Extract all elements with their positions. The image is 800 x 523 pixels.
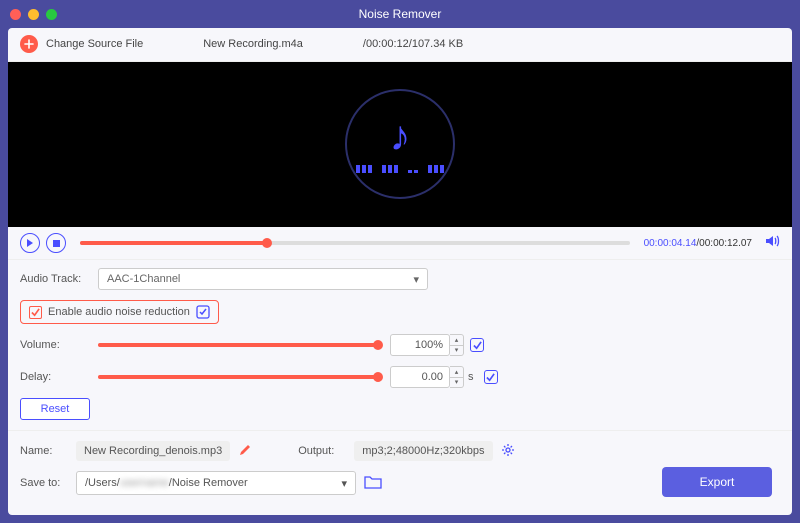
source-bar: Change Source File New Recording.m4a /00…	[8, 28, 792, 62]
delay-stepper[interactable]: ▴▾	[450, 366, 464, 388]
main-panel: Change Source File New Recording.m4a /00…	[8, 28, 792, 515]
equalizer-icon	[356, 165, 444, 173]
play-button[interactable]	[20, 233, 40, 253]
chevron-down-icon: ▾	[341, 477, 347, 490]
noise-settings-icon[interactable]	[196, 305, 210, 319]
app-title: Noise Remover	[0, 7, 800, 21]
change-source-label[interactable]: Change Source File	[46, 38, 143, 50]
chevron-down-icon: ▾	[413, 273, 419, 286]
output-panel: Name: New Recording_denois.mp3 Output: m…	[8, 430, 792, 515]
volume-value[interactable]: 100%	[390, 334, 450, 356]
titlebar: Noise Remover	[0, 0, 800, 28]
music-visual: ♪	[345, 89, 455, 199]
music-note-icon: ♪	[390, 115, 411, 157]
output-settings-icon[interactable]	[501, 443, 515, 460]
save-to-label: Save to:	[20, 477, 68, 489]
total-time: /00:00:12.07	[696, 238, 752, 249]
stop-button[interactable]	[46, 233, 66, 253]
output-format-field: mp3;2;48000Hz;320kbps	[354, 441, 492, 461]
export-button[interactable]: Export	[662, 467, 772, 497]
player-bar: 00:00:04.14/00:00:12.07	[8, 227, 792, 259]
output-label: Output:	[298, 445, 346, 457]
source-filename: New Recording.m4a	[203, 38, 303, 50]
preview-area: ♪	[8, 62, 792, 228]
delay-reset-icon[interactable]	[484, 370, 498, 384]
current-time: 00:00:04.14	[644, 238, 697, 249]
time-display: 00:00:04.14/00:00:12.07	[644, 238, 752, 249]
reset-button[interactable]: Reset	[20, 398, 90, 420]
seek-slider[interactable]	[80, 241, 630, 245]
source-info: /00:00:12/107.34 KB	[363, 38, 463, 50]
volume-reset-icon[interactable]	[470, 338, 484, 352]
audio-track-select[interactable]: AAC-1Channel ▾	[98, 268, 428, 290]
add-source-icon[interactable]	[20, 35, 38, 53]
enable-label: Enable audio noise reduction	[48, 306, 190, 318]
delay-slider[interactable]	[98, 375, 378, 379]
enable-noise-reduction[interactable]: Enable audio noise reduction	[20, 300, 219, 324]
delay-label: Delay:	[20, 371, 98, 383]
save-path-select[interactable]: /Users/ username /Noise Remover ▾	[76, 471, 356, 495]
enable-checkbox[interactable]	[29, 306, 42, 319]
window-controls	[10, 9, 57, 20]
maximize-window-button[interactable]	[46, 9, 57, 20]
delay-value[interactable]: 0.00	[390, 366, 450, 388]
browse-folder-icon[interactable]	[364, 475, 382, 492]
close-window-button[interactable]	[10, 9, 21, 20]
edit-name-icon[interactable]	[238, 443, 252, 460]
redacted-path: username	[120, 477, 169, 489]
volume-label: Volume:	[20, 339, 98, 351]
audio-track-label: Audio Track:	[20, 273, 98, 285]
name-label: Name:	[20, 445, 68, 457]
delay-unit: s	[468, 371, 474, 383]
minimize-window-button[interactable]	[28, 9, 39, 20]
output-name-field: New Recording_denois.mp3	[76, 441, 230, 461]
volume-icon[interactable]	[764, 233, 780, 254]
volume-slider[interactable]	[98, 343, 378, 347]
volume-stepper[interactable]: ▴▾	[450, 334, 464, 356]
controls-panel: Audio Track: AAC-1Channel ▾ Enable audio…	[8, 259, 792, 430]
